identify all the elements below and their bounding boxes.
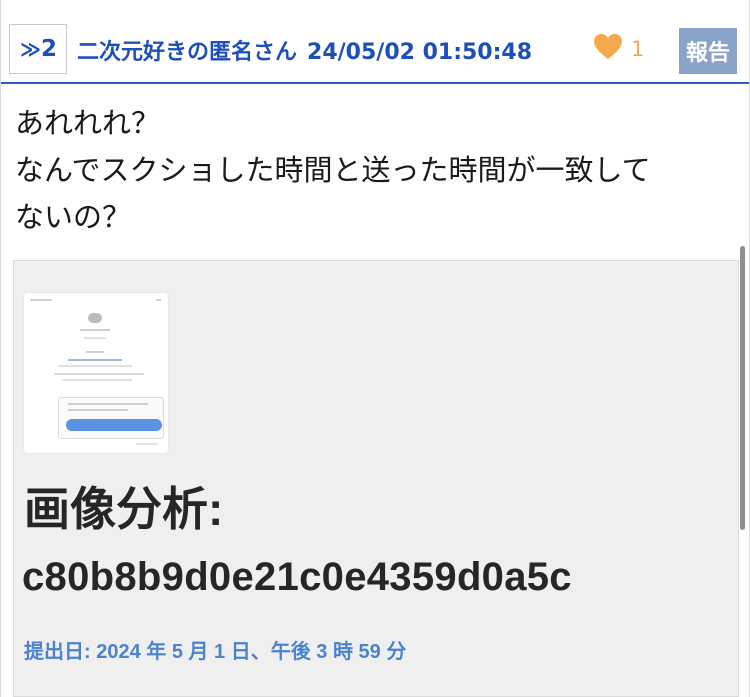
- image-hash: c80b8b9d0e21c0e4359d0a5c: [22, 555, 572, 599]
- author-name: 二次元好きの匿名さん: [77, 40, 298, 65]
- reply-number-link[interactable]: ≫ 2: [9, 24, 67, 74]
- reply-number: 2: [40, 36, 57, 62]
- report-button[interactable]: 報告: [679, 28, 737, 74]
- screenshot-thumbnail: [24, 293, 168, 453]
- attached-image[interactable]: 画像分析: c80b8b9d0e21c0e4359d0a5c 提出日: 2024…: [13, 260, 739, 697]
- scrollbar-thumb[interactable]: [740, 246, 745, 530]
- post-body: あれれれ？ なんでスクショした時間と送った時間が一致して ないの？: [15, 100, 735, 241]
- image-analysis-title: 画像分析:: [24, 483, 224, 535]
- like-button[interactable]: 1: [593, 30, 644, 68]
- heart-icon: [593, 33, 623, 65]
- submission-date: 提出日: 2024 年 5 月 1 日、午後 3 時 59 分: [24, 641, 407, 663]
- body-line: なんでスクショした時間と送った時間が一致して: [15, 153, 651, 187]
- body-line: ないの？: [15, 200, 132, 234]
- poster-info: 二次元好きの匿名さん 24/05/02 01:50:48: [77, 34, 532, 66]
- post-container: ≫ 2 二次元好きの匿名さん 24/05/02 01:50:48 1 報告 あれれれ…: [0, 0, 750, 697]
- post-date: 24/05/02 01:50:48: [307, 40, 533, 65]
- body-line: あれれれ？: [15, 106, 161, 140]
- post-header: ≫ 2 二次元好きの匿名さん 24/05/02 01:50:48 1 報告: [1, 0, 749, 84]
- like-count: 1: [631, 37, 645, 61]
- reply-arrows-icon: ≫: [20, 37, 41, 61]
- image-content: 画像分析: c80b8b9d0e21c0e4359d0a5c 提出日: 2024…: [20, 267, 734, 696]
